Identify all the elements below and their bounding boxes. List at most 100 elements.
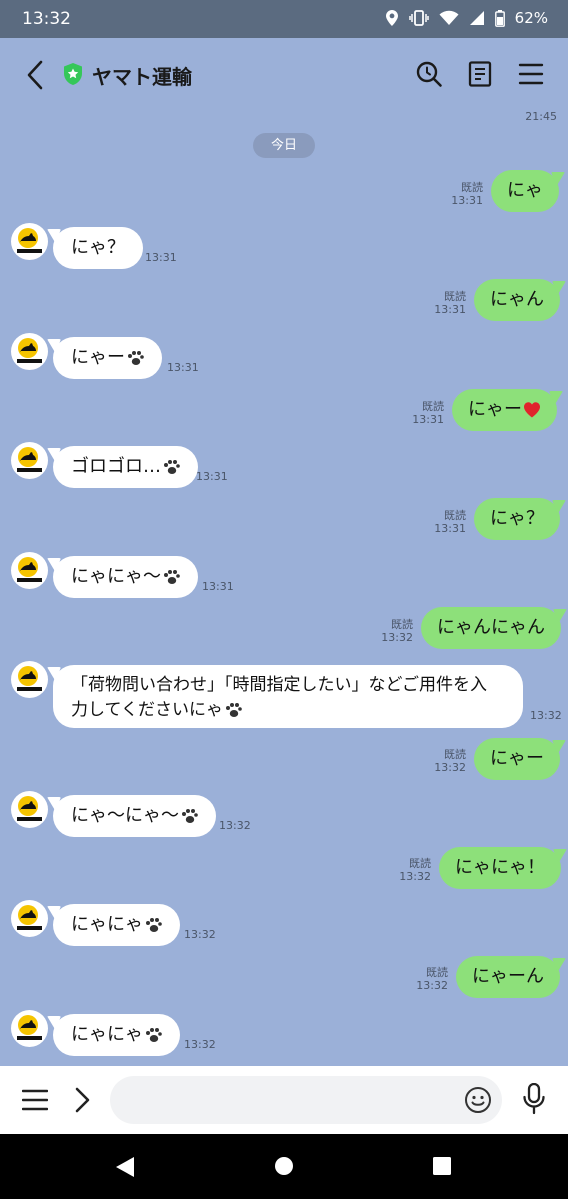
message-time: 13:31 — [451, 194, 483, 207]
read-receipt: 既読 — [422, 400, 444, 413]
recents-nav-icon[interactable] — [432, 1156, 452, 1176]
message-meta: 既読 13:32 — [405, 966, 448, 992]
message-text: にゃん — [490, 289, 544, 310]
search-icon[interactable] — [415, 60, 443, 88]
message-meta: 既読 13:32 — [423, 748, 466, 774]
yamato-logo-icon — [17, 557, 42, 582]
message-meta: 既読 13:31 — [423, 509, 466, 535]
received-message-bubble[interactable]: にゃ〜にゃ〜 — [47, 795, 216, 837]
read-receipt: 既読 — [444, 290, 466, 303]
yamato-logo-icon — [17, 1015, 42, 1040]
system-nav-bar — [0, 1134, 568, 1199]
received-message-bubble[interactable]: にゃー — [47, 337, 162, 379]
avatar[interactable] — [11, 552, 48, 589]
chat-area[interactable]: 21:45 今日 既読 13:31 にゃ にゃ？ 13:31 既読 13:31 … — [0, 110, 568, 1066]
date-separator: 今日 — [253, 133, 315, 158]
menu-icon[interactable] — [517, 60, 545, 88]
paw-icon — [146, 1028, 162, 1042]
message-time: 13:32 — [530, 709, 562, 722]
status-time: 13:32 — [22, 9, 71, 29]
sent-message-bubble[interactable]: にゃー — [452, 389, 563, 431]
emoji-icon[interactable] — [464, 1086, 492, 1114]
avatar[interactable] — [11, 223, 48, 260]
notes-icon[interactable] — [466, 60, 494, 88]
home-nav-icon[interactable] — [274, 1156, 294, 1176]
paw-icon — [164, 460, 180, 474]
avatar[interactable] — [11, 900, 48, 937]
paw-icon — [182, 809, 198, 823]
paw-icon — [164, 570, 180, 584]
received-message-bubble[interactable]: にゃ？ — [47, 227, 143, 269]
avatar[interactable] — [11, 1010, 48, 1047]
avatar[interactable] — [11, 442, 48, 479]
message-time: 13:32 — [184, 1038, 216, 1051]
message-text: にゃにゃ！ — [455, 857, 545, 878]
chat-title: ヤマト運輸 — [92, 65, 192, 89]
message-time: 13:32 — [434, 761, 466, 774]
status-bar: 13:32 62% — [0, 0, 568, 38]
wifi-icon — [439, 10, 459, 25]
sent-message-bubble[interactable]: にゃー — [474, 738, 566, 780]
message-input[interactable] — [110, 1076, 502, 1124]
sent-message-bubble[interactable]: にゃんにゃん — [421, 607, 567, 649]
yamato-logo-icon — [17, 447, 42, 472]
message-input-bar — [0, 1066, 568, 1134]
message-time: 13:31 — [412, 413, 444, 426]
message-text: にゃーん — [472, 966, 544, 987]
paw-icon — [225, 703, 242, 717]
avatar[interactable] — [11, 333, 48, 370]
avatar[interactable] — [11, 791, 48, 828]
message-text: にゃ〜にゃ〜 — [71, 805, 179, 826]
received-message-bubble[interactable]: ゴロゴロ… — [47, 446, 198, 488]
message-text-line: 力してくださいにゃ — [71, 700, 223, 720]
sent-message-bubble[interactable]: にゃにゃ！ — [439, 847, 567, 889]
received-message-bubble[interactable]: にゃにゃ〜 — [47, 556, 198, 598]
official-shield-icon — [64, 63, 82, 85]
message-meta: 既読 13:31 — [401, 400, 444, 426]
message-time: 13:31 — [434, 303, 466, 316]
received-message-bubble[interactable]: 「荷物問い合わせ」「時間指定したい」などご用件を入 力してくださいにゃ — [47, 665, 523, 728]
message-time: 13:31 — [434, 522, 466, 535]
message-meta: 既読 13:32 — [388, 857, 431, 883]
message-time: 13:32 — [399, 870, 431, 883]
yamato-logo-icon — [17, 338, 42, 363]
message-text: にゃ？ — [490, 508, 544, 529]
message-text: にゃ？ — [71, 237, 125, 258]
message-text: にゃにゃ — [71, 1024, 143, 1045]
message-time: 13:32 — [219, 819, 251, 832]
message-time: 13:31 — [202, 580, 234, 593]
sent-message-bubble[interactable]: にゃん — [474, 279, 566, 321]
message-text: にゃんにゃん — [437, 617, 545, 638]
avatar[interactable] — [11, 661, 48, 698]
sent-message-bubble[interactable]: にゃーん — [456, 956, 566, 998]
vibrate-icon — [408, 10, 429, 26]
yamato-logo-icon — [17, 796, 42, 821]
message-text: にゃにゃ — [71, 914, 143, 935]
sent-message-bubble[interactable]: にゃ — [491, 170, 565, 212]
message-time: 13:32 — [381, 631, 413, 644]
read-receipt: 既読 — [444, 748, 466, 761]
back-icon[interactable] — [22, 58, 50, 92]
message-text: ゴロゴロ… — [71, 456, 161, 477]
message-text: にゃ — [507, 180, 543, 201]
read-receipt: 既読 — [426, 966, 448, 979]
message-meta: 既読 13:31 — [440, 181, 483, 207]
yamato-logo-icon — [17, 905, 42, 930]
message-time: 13:32 — [184, 928, 216, 941]
received-message-bubble[interactable]: にゃにゃ — [47, 1014, 180, 1056]
message-text: にゃー — [468, 399, 522, 420]
menu-icon[interactable] — [22, 1088, 48, 1112]
back-nav-icon[interactable] — [114, 1156, 136, 1178]
message-text: にゃにゃ〜 — [71, 566, 161, 587]
microphone-icon[interactable] — [522, 1083, 546, 1115]
message-time: 21:45 — [525, 110, 557, 123]
battery-icon — [494, 9, 505, 27]
sent-message-bubble[interactable]: にゃ？ — [474, 498, 566, 540]
message-text: にゃー — [490, 748, 544, 769]
paw-icon — [128, 351, 144, 365]
chevron-right-icon[interactable] — [72, 1086, 92, 1114]
message-meta: 既読 13:31 — [423, 290, 466, 316]
read-receipt: 既読 — [391, 618, 413, 631]
read-receipt: 既読 — [409, 857, 431, 870]
received-message-bubble[interactable]: にゃにゃ — [47, 904, 180, 946]
